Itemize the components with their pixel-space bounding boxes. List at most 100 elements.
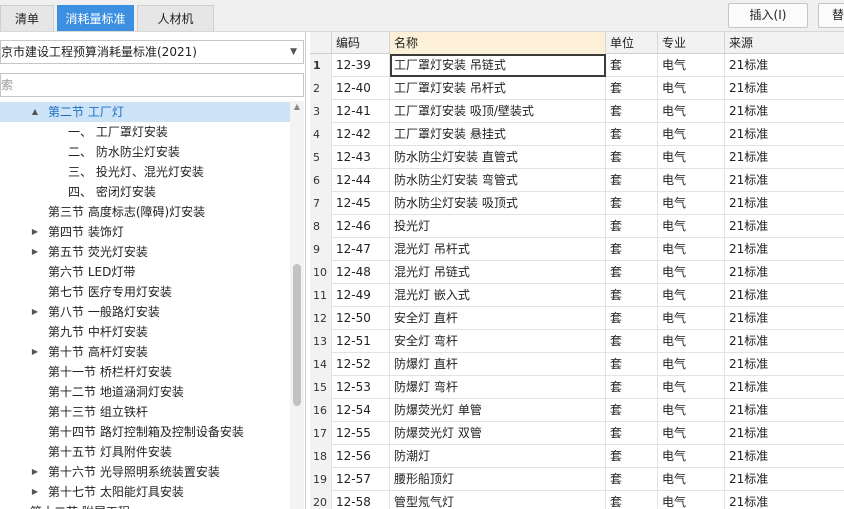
row-number[interactable]: 17 xyxy=(310,422,332,445)
cell-major[interactable]: 电气 xyxy=(658,238,725,261)
cell-source[interactable]: 21标准 xyxy=(725,422,844,445)
table-row[interactable]: 12 12-50 安全灯 直杆套电气 21标准 xyxy=(310,307,844,330)
cell-unit[interactable]: 套 xyxy=(606,491,658,509)
row-number[interactable]: 20 xyxy=(310,491,332,509)
row-number[interactable]: 12 xyxy=(310,307,332,330)
cell-source[interactable]: 21标准 xyxy=(725,284,844,307)
header-code[interactable]: 编码 xyxy=(332,32,390,54)
tree-node[interactable]: 第十二节 地道涵洞灯安装 xyxy=(0,382,290,402)
tree-node[interactable]: ▶ 第八节 一般路灯安装 xyxy=(0,302,290,322)
cell-name[interactable]: 混光灯 吊链式 xyxy=(390,261,606,284)
tree-node[interactable]: ▶ 第十六节 光导照明系统装置安装 xyxy=(0,462,290,482)
table-row[interactable]: 15 12-53 防爆灯 弯杆套电气 21标准 xyxy=(310,376,844,399)
cell-major[interactable]: 电气 xyxy=(658,422,725,445)
table-row[interactable]: 3 12-41 工厂罩灯安装 吸顶/壁装式套电气 21标准 xyxy=(310,100,844,123)
row-number[interactable]: 1 xyxy=(310,54,332,77)
row-number[interactable]: 10 xyxy=(310,261,332,284)
tab-bill[interactable]: 清单 xyxy=(0,5,54,31)
cell-major[interactable]: 电气 xyxy=(658,261,725,284)
table-row[interactable]: 13 12-51 安全灯 弯杆套电气 21标准 xyxy=(310,330,844,353)
cell-name[interactable]: 管型氖气灯 xyxy=(390,491,606,509)
cell-code[interactable]: 12-54 xyxy=(332,399,390,422)
cell-code[interactable]: 12-57 xyxy=(332,468,390,491)
table-row[interactable]: 11 12-49 混光灯 嵌入式套电气 21标准 xyxy=(310,284,844,307)
row-number[interactable]: 14 xyxy=(310,353,332,376)
scrollbar-thumb[interactable] xyxy=(293,264,301,406)
row-number[interactable]: 2 xyxy=(310,77,332,100)
tree-node[interactable]: 第六节 LED灯带 xyxy=(0,262,290,282)
cell-code[interactable]: 12-58 xyxy=(332,491,390,509)
row-number[interactable]: 15 xyxy=(310,376,332,399)
tree-scrollbar[interactable]: ▲ xyxy=(290,101,304,509)
table-row[interactable]: 2 12-40 工厂罩灯安装 吊杆式套电气 21标准 xyxy=(310,77,844,100)
cell-unit[interactable]: 套 xyxy=(606,422,658,445)
table-row[interactable]: 18 12-56 防潮灯套电气 21标准 xyxy=(310,445,844,468)
cell-unit[interactable]: 套 xyxy=(606,445,658,468)
standard-select[interactable]: 京市建设工程预算消耗量标准(2021) ▼ xyxy=(0,40,304,64)
expand-arrow-icon[interactable]: ▶ xyxy=(30,482,40,502)
expand-arrow-icon[interactable]: ▶ xyxy=(30,242,40,262)
cell-unit[interactable]: 套 xyxy=(606,307,658,330)
cell-code[interactable]: 12-39 xyxy=(332,54,390,77)
cell-unit[interactable]: 套 xyxy=(606,169,658,192)
cell-name[interactable]: 安全灯 弯杆 xyxy=(390,330,606,353)
cell-name[interactable]: 安全灯 直杆 xyxy=(390,307,606,330)
cell-unit[interactable]: 套 xyxy=(606,100,658,123)
cell-major[interactable]: 电气 xyxy=(658,353,725,376)
cell-major[interactable]: 电气 xyxy=(658,123,725,146)
cell-unit[interactable]: 套 xyxy=(606,192,658,215)
table-row[interactable]: 5 12-43 防水防尘灯安装 直管式套电气 21标准 xyxy=(310,146,844,169)
cell-major[interactable]: 电气 xyxy=(658,215,725,238)
expand-arrow-icon[interactable]: ▶ xyxy=(30,302,40,322)
tree-node[interactable]: 第十二节 附属工程 xyxy=(0,502,290,509)
cell-source[interactable]: 21标准 xyxy=(725,100,844,123)
header-major[interactable]: 专业 xyxy=(658,32,725,54)
tree-node[interactable]: ▶ 第十节 高杆灯安装 xyxy=(0,342,290,362)
cell-major[interactable]: 电气 xyxy=(658,330,725,353)
tree-node[interactable]: 一、 工厂罩灯安装 xyxy=(0,122,290,142)
tab-labor-material-machine[interactable]: 人材机 xyxy=(137,5,214,31)
tree-node[interactable]: 四、 密闭灯安装 xyxy=(0,182,290,202)
cell-source[interactable]: 21标准 xyxy=(725,307,844,330)
cell-code[interactable]: 12-49 xyxy=(332,284,390,307)
cell-code[interactable]: 12-48 xyxy=(332,261,390,284)
cell-unit[interactable]: 套 xyxy=(606,123,658,146)
cell-major[interactable]: 电气 xyxy=(658,192,725,215)
cell-source[interactable]: 21标准 xyxy=(725,54,844,77)
tree-node[interactable]: 第十三节 组立铁杆 xyxy=(0,402,290,422)
cell-name[interactable]: 工厂罩灯安装 悬挂式 xyxy=(390,123,606,146)
row-number[interactable]: 9 xyxy=(310,238,332,261)
cell-name[interactable]: 混光灯 吊杆式 xyxy=(390,238,606,261)
cell-source[interactable]: 21标准 xyxy=(725,169,844,192)
cell-code[interactable]: 12-42 xyxy=(332,123,390,146)
cell-name[interactable]: 防爆荧光灯 单管 xyxy=(390,399,606,422)
cell-source[interactable]: 21标准 xyxy=(725,215,844,238)
tree-node[interactable]: ▶ 第四节 装饰灯 xyxy=(0,222,290,242)
tab-consumption-standard[interactable]: 消耗量标准 xyxy=(57,5,134,31)
cell-code[interactable]: 12-47 xyxy=(332,238,390,261)
header-source[interactable]: 来源 xyxy=(725,32,844,54)
tree-node[interactable]: 第三节 高度标志(障碍)灯安装 xyxy=(0,202,290,222)
table-row[interactable]: 10 12-48 混光灯 吊链式套电气 21标准 xyxy=(310,261,844,284)
cell-source[interactable]: 21标准 xyxy=(725,491,844,509)
cell-name[interactable]: 防爆灯 直杆 xyxy=(390,353,606,376)
table-row[interactable]: 4 12-42 工厂罩灯安装 悬挂式套电气 21标准 xyxy=(310,123,844,146)
tree-node[interactable]: ▶ 第十七节 太阳能灯具安装 xyxy=(0,482,290,502)
cell-code[interactable]: 12-45 xyxy=(332,192,390,215)
row-number[interactable]: 4 xyxy=(310,123,332,146)
cell-unit[interactable]: 套 xyxy=(606,399,658,422)
row-number[interactable]: 5 xyxy=(310,146,332,169)
row-number[interactable]: 19 xyxy=(310,468,332,491)
cell-major[interactable]: 电气 xyxy=(658,54,725,77)
cell-unit[interactable]: 套 xyxy=(606,330,658,353)
cell-name[interactable]: 工厂罩灯安装 吊链式 xyxy=(390,54,606,77)
cell-code[interactable]: 12-52 xyxy=(332,353,390,376)
cell-name[interactable]: 防爆灯 弯杆 xyxy=(390,376,606,399)
table-row[interactable]: 7 12-45 防水防尘灯安装 吸顶式套电气 21标准 xyxy=(310,192,844,215)
tree-node[interactable]: ▶ 第五节 荧光灯安装 xyxy=(0,242,290,262)
cell-unit[interactable]: 套 xyxy=(606,146,658,169)
cell-source[interactable]: 21标准 xyxy=(725,353,844,376)
table-row[interactable]: 1 12-39 工厂罩灯安装 吊链式套电气 21标准 xyxy=(310,54,844,77)
cell-unit[interactable]: 套 xyxy=(606,468,658,491)
tree-node[interactable]: 第十五节 灯具附件安装 xyxy=(0,442,290,462)
